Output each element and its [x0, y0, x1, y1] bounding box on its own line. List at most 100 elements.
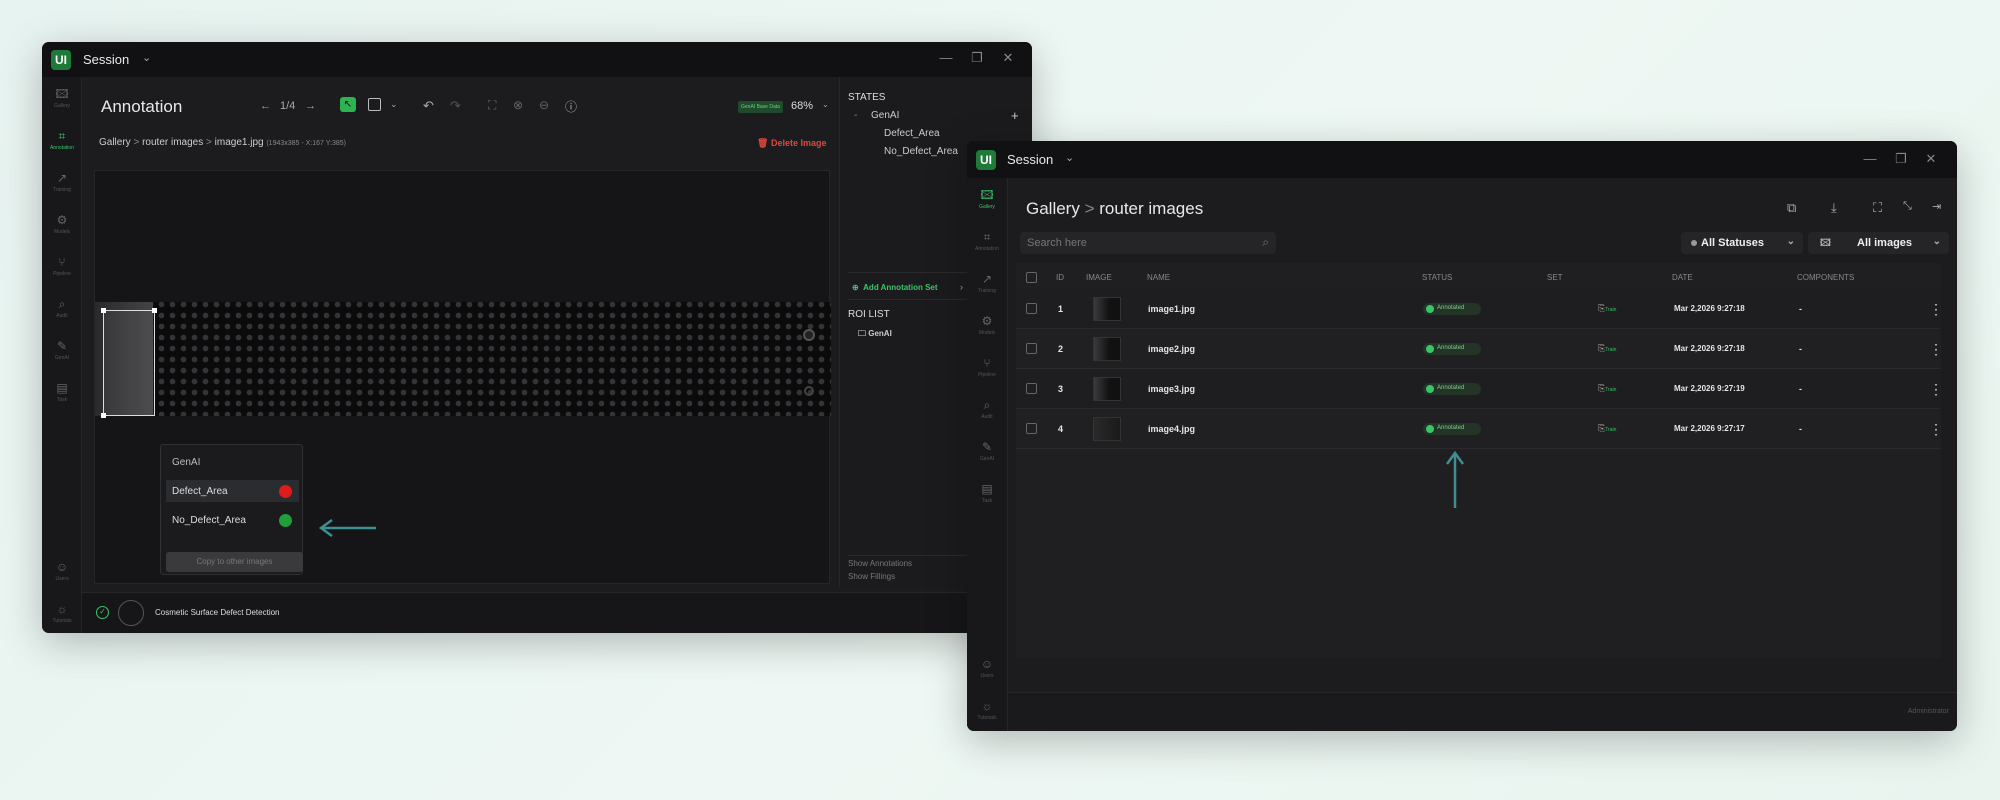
- breadcrumb-folder[interactable]: router images: [142, 137, 203, 148]
- collapse-icon[interactable]: ⇥: [1932, 200, 1941, 213]
- sidebar-item-task[interactable]: ▤ Task: [967, 482, 1007, 512]
- prev-image-icon[interactable]: ←: [260, 100, 271, 112]
- fit-icon[interactable]: ⛶: [488, 98, 496, 113]
- delete-image-button[interactable]: 🗑︎ Delete Image: [757, 138, 826, 149]
- table-row[interactable]: 4 image4.jpg Annotated ⎘Train Mar 2,2026…: [1016, 409, 1943, 449]
- sidebar-item-pipeline[interactable]: ⑂ Pipeline: [967, 356, 1007, 386]
- bbox-handle[interactable]: [101, 308, 106, 313]
- sidebar-item-users[interactable]: ☺ Users: [42, 560, 82, 590]
- chevron-down-icon: ⌄: [1932, 236, 1941, 247]
- info-icon[interactable]: ⓘ: [565, 98, 577, 115]
- page-title: Annotation: [101, 97, 183, 116]
- sidebar-item-gallery[interactable]: 🖾 Gallery: [967, 188, 1007, 218]
- sidebar-item-genai[interactable]: ✎ GenAI: [967, 440, 1007, 470]
- download-icon[interactable]: ⤓: [1831, 200, 1837, 216]
- row-checkbox[interactable]: [1026, 423, 1037, 434]
- crop-icon: ⌗: [983, 230, 991, 244]
- minimize-icon[interactable]: —: [1861, 150, 1879, 168]
- sidebar-item-pipeline[interactable]: ⑂ Pipeline: [42, 255, 82, 285]
- row-checkbox[interactable]: [1026, 383, 1037, 394]
- breadcrumb: Gallery > router images: [1026, 199, 1204, 218]
- minimize-icon[interactable]: —: [937, 49, 955, 67]
- add-annotation-set-button[interactable]: ⊕ Add Annotation Set: [852, 283, 938, 292]
- clipboard-icon: ▤: [981, 482, 993, 496]
- sidebar-item-users[interactable]: ☺ Users: [967, 657, 1007, 687]
- duplicate-icon[interactable]: ⧉: [1787, 200, 1796, 216]
- avatar[interactable]: [118, 600, 144, 626]
- status-badge: Annotated: [1423, 383, 1481, 395]
- next-image-icon[interactable]: →: [305, 100, 316, 112]
- genai-base-badge: GenAI Base Data: [738, 101, 783, 113]
- redo-icon[interactable]: ↷: [450, 98, 461, 114]
- table-row[interactable]: 1 image1.jpg Annotated ⎘Train Mar 2,2026…: [1016, 289, 1943, 329]
- clear-icon[interactable]: ⊗: [513, 98, 523, 112]
- table-row[interactable]: 3 image3.jpg Annotated ⎘Train Mar 2,2026…: [1016, 369, 1943, 409]
- row-menu-icon[interactable]: ⋮: [1929, 381, 1943, 398]
- status-dot: [1691, 240, 1697, 246]
- sidebar-item-models[interactable]: ⚙ Models: [967, 314, 1007, 344]
- roi-item[interactable]: 🗀 GenAI: [858, 328, 892, 342]
- sidebar-item-task[interactable]: ▤ Task: [42, 381, 82, 411]
- sidebar-item-gallery[interactable]: 🖾 Gallery: [42, 87, 82, 117]
- state-item[interactable]: Defect_Area: [884, 128, 940, 139]
- restore-icon[interactable]: ❐: [1892, 150, 1910, 168]
- close-icon[interactable]: ✕: [999, 49, 1017, 67]
- breadcrumb-gallery[interactable]: Gallery: [1026, 199, 1080, 218]
- row-checkbox[interactable]: [1026, 343, 1037, 354]
- zoom-level[interactable]: 68%: [791, 100, 813, 112]
- pipeline-icon: ⑂: [58, 255, 66, 269]
- select-tool-icon[interactable]: ↖: [340, 97, 356, 112]
- annotation-bbox[interactable]: [101, 308, 157, 418]
- table-row[interactable]: 2 image2.jpg Annotated ⎘Train Mar 2,2026…: [1016, 329, 1943, 369]
- row-menu-icon[interactable]: ⋮: [1929, 341, 1943, 358]
- restore-icon[interactable]: ❐: [968, 49, 986, 67]
- search-input[interactable]: Search here ⌕: [1020, 232, 1276, 254]
- bbox-handle[interactable]: [101, 413, 106, 418]
- sidebar-item-tutorials[interactable]: ☼ Tutorials: [967, 699, 1007, 729]
- status-badge: Annotated: [1423, 423, 1481, 435]
- sidebar-item-training[interactable]: ↗ Training: [42, 171, 82, 201]
- close-icon[interactable]: ✕: [1922, 150, 1940, 168]
- row-menu-icon[interactable]: ⋮: [1929, 301, 1943, 318]
- add-circle-icon: ⊕: [852, 283, 859, 292]
- image-thumbnail: [1093, 337, 1121, 361]
- wand-icon: ✎: [56, 339, 68, 353]
- chevron-right-icon[interactable]: ›: [960, 282, 963, 292]
- sidebar-item-models[interactable]: ⚙ Models: [42, 213, 82, 243]
- sidebar-item-annotation[interactable]: ⌗ Annotation: [967, 230, 1007, 260]
- expand-icon[interactable]: ⤡: [1903, 200, 1912, 213]
- sidebar-item-audit[interactable]: ⌕ Audit: [42, 297, 82, 327]
- bbox-handle[interactable]: [152, 308, 157, 313]
- session-dropdown-icon[interactable]: ⌄: [142, 51, 151, 64]
- popup-item-defect-area[interactable]: Defect_Area: [166, 480, 299, 502]
- audit-icon: ⌕: [58, 297, 66, 311]
- sidebar-item-genai[interactable]: ✎ GenAI: [42, 339, 82, 369]
- copy-to-other-images-button[interactable]: Copy to other images: [166, 552, 303, 572]
- app-logo: UI: [51, 50, 71, 70]
- rectangle-tool-icon[interactable]: [368, 98, 381, 111]
- state-item[interactable]: No_Defect_Area: [884, 146, 958, 157]
- chip-icon: ⚙: [56, 213, 68, 227]
- show-annotations-toggle[interactable]: Show Annotations: [848, 559, 912, 568]
- state-group[interactable]: GenAI: [871, 110, 899, 121]
- status-filter-select[interactable]: All Statuses ⌄: [1681, 232, 1803, 254]
- sidebar-item-annotation[interactable]: ⌗ Annotation: [42, 129, 82, 159]
- undo-icon[interactable]: ↶: [423, 98, 434, 114]
- row-checkbox[interactable]: [1026, 303, 1037, 314]
- add-state-icon[interactable]: +: [1011, 108, 1019, 123]
- sidebar-item-training[interactable]: ↗ Training: [967, 272, 1007, 302]
- popup-item-no-defect-area[interactable]: No_Defect_Area: [166, 509, 299, 531]
- show-fillings-toggle[interactable]: Show Fillings: [848, 572, 895, 581]
- sidebar-item-tutorials[interactable]: ☼ Tutorials: [42, 602, 82, 632]
- remove-icon[interactable]: ⊖: [539, 98, 549, 112]
- session-dropdown-icon[interactable]: ⌄: [1065, 151, 1074, 164]
- row-menu-icon[interactable]: ⋮: [1929, 421, 1943, 438]
- select-all-checkbox[interactable]: [1026, 272, 1037, 283]
- select-area-icon[interactable]: ⛶: [1873, 200, 1882, 216]
- sidebar-item-audit[interactable]: ⌕ Audit: [967, 398, 1007, 428]
- breadcrumb-gallery[interactable]: Gallery: [99, 137, 131, 148]
- tool-dropdown-icon[interactable]: ⌄: [390, 99, 398, 110]
- zoom-dropdown-icon[interactable]: ⌄: [822, 100, 829, 109]
- collapse-icon[interactable]: -: [854, 110, 857, 121]
- image-filter-select[interactable]: 🖾 All images ⌄: [1808, 232, 1949, 254]
